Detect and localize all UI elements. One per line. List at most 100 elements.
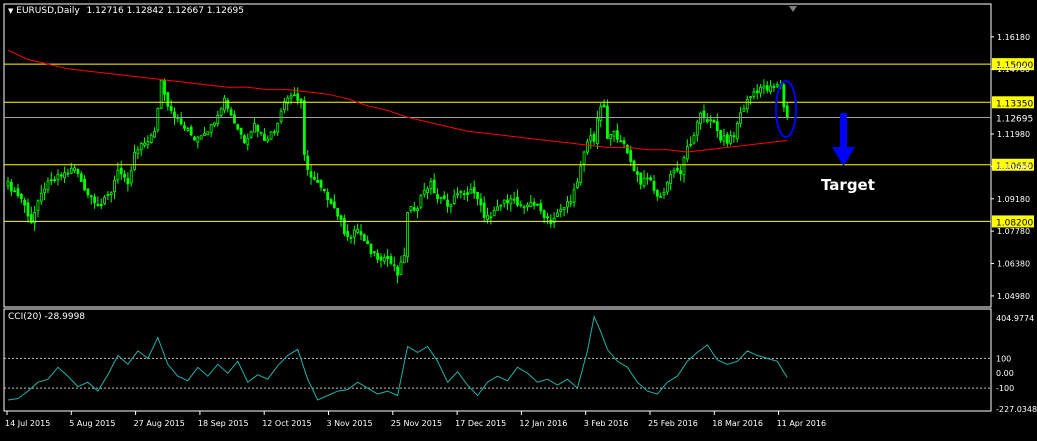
candle-body — [665, 181, 669, 193]
candle-body — [576, 181, 579, 189]
candle — [406, 211, 410, 263]
candle-body — [233, 114, 236, 124]
candle — [645, 172, 649, 185]
candle — [233, 110, 236, 124]
candle-body — [462, 193, 466, 195]
candle — [266, 135, 270, 144]
candle-body — [769, 85, 772, 92]
candle-body — [399, 261, 403, 275]
cci-tick-label: 100 — [996, 354, 1011, 363]
candle — [49, 172, 53, 186]
candle-body — [356, 229, 360, 233]
candle — [592, 131, 596, 146]
candle — [742, 104, 746, 112]
candle — [346, 224, 350, 242]
candle-body — [512, 198, 516, 201]
candle — [292, 87, 296, 97]
candle-body — [672, 170, 676, 174]
candle-body — [669, 174, 673, 184]
candle-body — [9, 181, 13, 192]
candle-body — [755, 90, 759, 93]
candle — [586, 138, 589, 155]
candle — [19, 192, 23, 203]
candle-body — [522, 206, 526, 209]
candle — [356, 223, 360, 235]
candle-body — [492, 209, 496, 217]
y-tick-label: 1.07780 — [997, 227, 1030, 236]
candle — [196, 135, 200, 149]
ohlc-values: 1.12716 1.12842 1.12667 1.12695 — [86, 6, 244, 16]
candle — [725, 131, 729, 148]
candle — [752, 87, 756, 100]
candle — [39, 185, 43, 205]
candle — [722, 128, 726, 147]
candle-body — [376, 252, 380, 260]
candle — [302, 96, 306, 161]
cci-tick-label: -100 — [996, 384, 1014, 393]
candle — [672, 167, 676, 178]
candle-body — [459, 191, 463, 193]
y-tick-label: 1.11980 — [997, 130, 1030, 139]
candle — [256, 124, 260, 138]
candle-body — [259, 131, 263, 134]
candle — [236, 123, 240, 131]
candle-body — [715, 121, 719, 131]
candle — [106, 191, 110, 200]
candle — [113, 175, 116, 200]
candle — [749, 96, 752, 105]
candle-body — [556, 212, 559, 218]
candle-body — [309, 171, 313, 178]
candle-body — [439, 196, 443, 199]
candle-body — [519, 204, 523, 207]
candle-body — [675, 167, 679, 171]
cci-tick-label: 404.9774 — [996, 314, 1034, 323]
candle-body — [432, 179, 436, 194]
candle-body — [589, 135, 593, 142]
candle-body — [612, 130, 616, 137]
candle — [546, 212, 549, 224]
candle-body — [532, 202, 536, 206]
candle — [372, 251, 376, 257]
candle-body — [173, 111, 176, 119]
candle-body — [419, 195, 423, 208]
candle-body — [39, 192, 43, 202]
candle-body — [702, 110, 706, 119]
candle-body — [499, 204, 503, 207]
candle — [765, 81, 769, 94]
candle — [482, 196, 486, 223]
candle — [526, 202, 529, 212]
candle — [176, 114, 180, 123]
candle-body — [509, 198, 513, 205]
candle-body — [279, 110, 283, 122]
candle — [279, 108, 283, 125]
candle-body — [655, 189, 659, 197]
candle-body — [749, 96, 752, 99]
candle — [729, 130, 733, 146]
candle — [632, 159, 636, 172]
candle-body — [209, 124, 213, 133]
candle-body — [552, 217, 556, 224]
candle — [322, 188, 326, 193]
candle — [376, 249, 380, 264]
candle — [399, 255, 403, 276]
candle — [615, 123, 619, 143]
y-tick-label: 1.10580 — [997, 162, 1030, 171]
candle — [702, 104, 706, 123]
candle-body — [579, 165, 583, 184]
target-arrow-icon[interactable] — [832, 113, 855, 166]
symbol-label: EURUSD,Daily — [16, 6, 80, 16]
candle — [775, 81, 779, 89]
chart-shift-marker[interactable] — [789, 6, 797, 12]
candle-body — [246, 137, 250, 146]
symbol-dropdown-icon[interactable]: ▼ — [8, 7, 13, 15]
candle-body — [476, 192, 479, 200]
candle-body — [69, 167, 73, 174]
candle-body — [352, 229, 356, 238]
candle-body — [566, 201, 569, 208]
y-tick-label: 1.14780 — [997, 65, 1030, 74]
candle-body — [13, 190, 17, 193]
x-tick-label: 12 Jan 2016 — [519, 419, 567, 428]
x-tick-label: 17 Dec 2015 — [455, 419, 506, 428]
candle-body — [99, 203, 103, 207]
candle — [685, 139, 689, 163]
